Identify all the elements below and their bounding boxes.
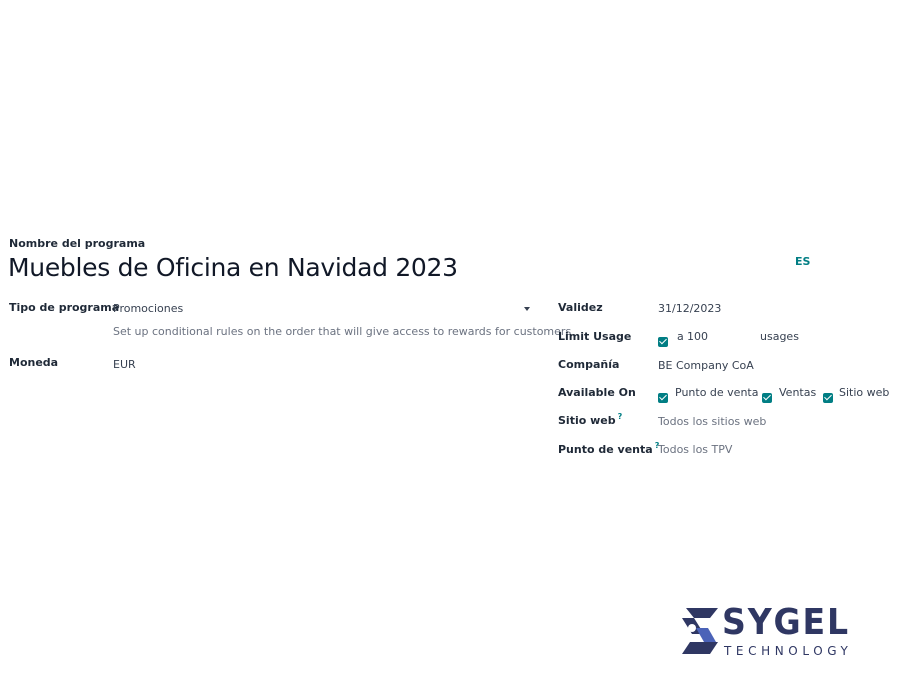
available-on-label: Available On	[558, 386, 636, 399]
sygel-logo: SYGEL TECHNOLOGY	[680, 602, 855, 662]
website-label: Sitio web?	[558, 412, 623, 427]
pos-label-text: Punto de venta	[558, 443, 653, 456]
checkbox-checked-icon	[658, 336, 668, 347]
available-sales-checkbox[interactable]	[762, 387, 772, 406]
program-name-field[interactable]: Muebles de Oficina en Navidad 2023	[8, 253, 458, 282]
caret-down-icon[interactable]	[524, 307, 530, 311]
checkbox-checked-icon	[823, 392, 833, 403]
available-website-checkbox[interactable]	[823, 387, 833, 406]
pos-label: Punto de venta?	[558, 441, 659, 456]
limit-prefix: a	[677, 330, 684, 343]
available-sales-label: Ventas	[779, 386, 817, 399]
logo-subtitle: TECHNOLOGY	[724, 644, 853, 658]
available-pos-checkbox[interactable]	[658, 387, 668, 406]
program-type-value: Promociones	[113, 302, 184, 315]
checkbox-checked-icon	[658, 392, 668, 403]
program-type-help: Set up conditional rules on the order th…	[113, 325, 572, 338]
limit-usage-label: Limit Usage	[558, 330, 632, 343]
currency-label: Moneda	[9, 356, 59, 369]
program-type-select[interactable]: Promociones	[113, 300, 533, 318]
limit-usage-checkbox[interactable]	[658, 331, 668, 350]
logo-wordmark: SYGEL	[722, 602, 850, 643]
available-website-label: Sitio web	[839, 386, 890, 399]
website-label-text: Sitio web	[558, 414, 616, 427]
help-icon[interactable]: ?	[618, 412, 623, 421]
company-field[interactable]: BE Company CoA	[658, 359, 754, 372]
language-badge[interactable]: ES	[795, 255, 810, 268]
pos-field[interactable]: Todos los TPV	[658, 443, 732, 456]
sygel-logo-icon	[682, 608, 718, 654]
website-field[interactable]: Todos los sitios web	[658, 415, 766, 428]
company-label: Compañía	[558, 358, 620, 371]
program-name-label: Nombre del programa	[9, 237, 146, 250]
validity-label: Validez	[558, 301, 603, 314]
currency-field[interactable]: EUR	[113, 358, 136, 371]
validity-field[interactable]: 31/12/2023	[658, 302, 721, 315]
available-pos-label: Punto de venta	[675, 386, 759, 399]
checkbox-checked-icon	[762, 392, 772, 403]
limit-suffix: usages	[760, 330, 799, 343]
program-type-label: Tipo de programa	[9, 301, 120, 314]
limit-value-input[interactable]: 100	[687, 330, 708, 343]
